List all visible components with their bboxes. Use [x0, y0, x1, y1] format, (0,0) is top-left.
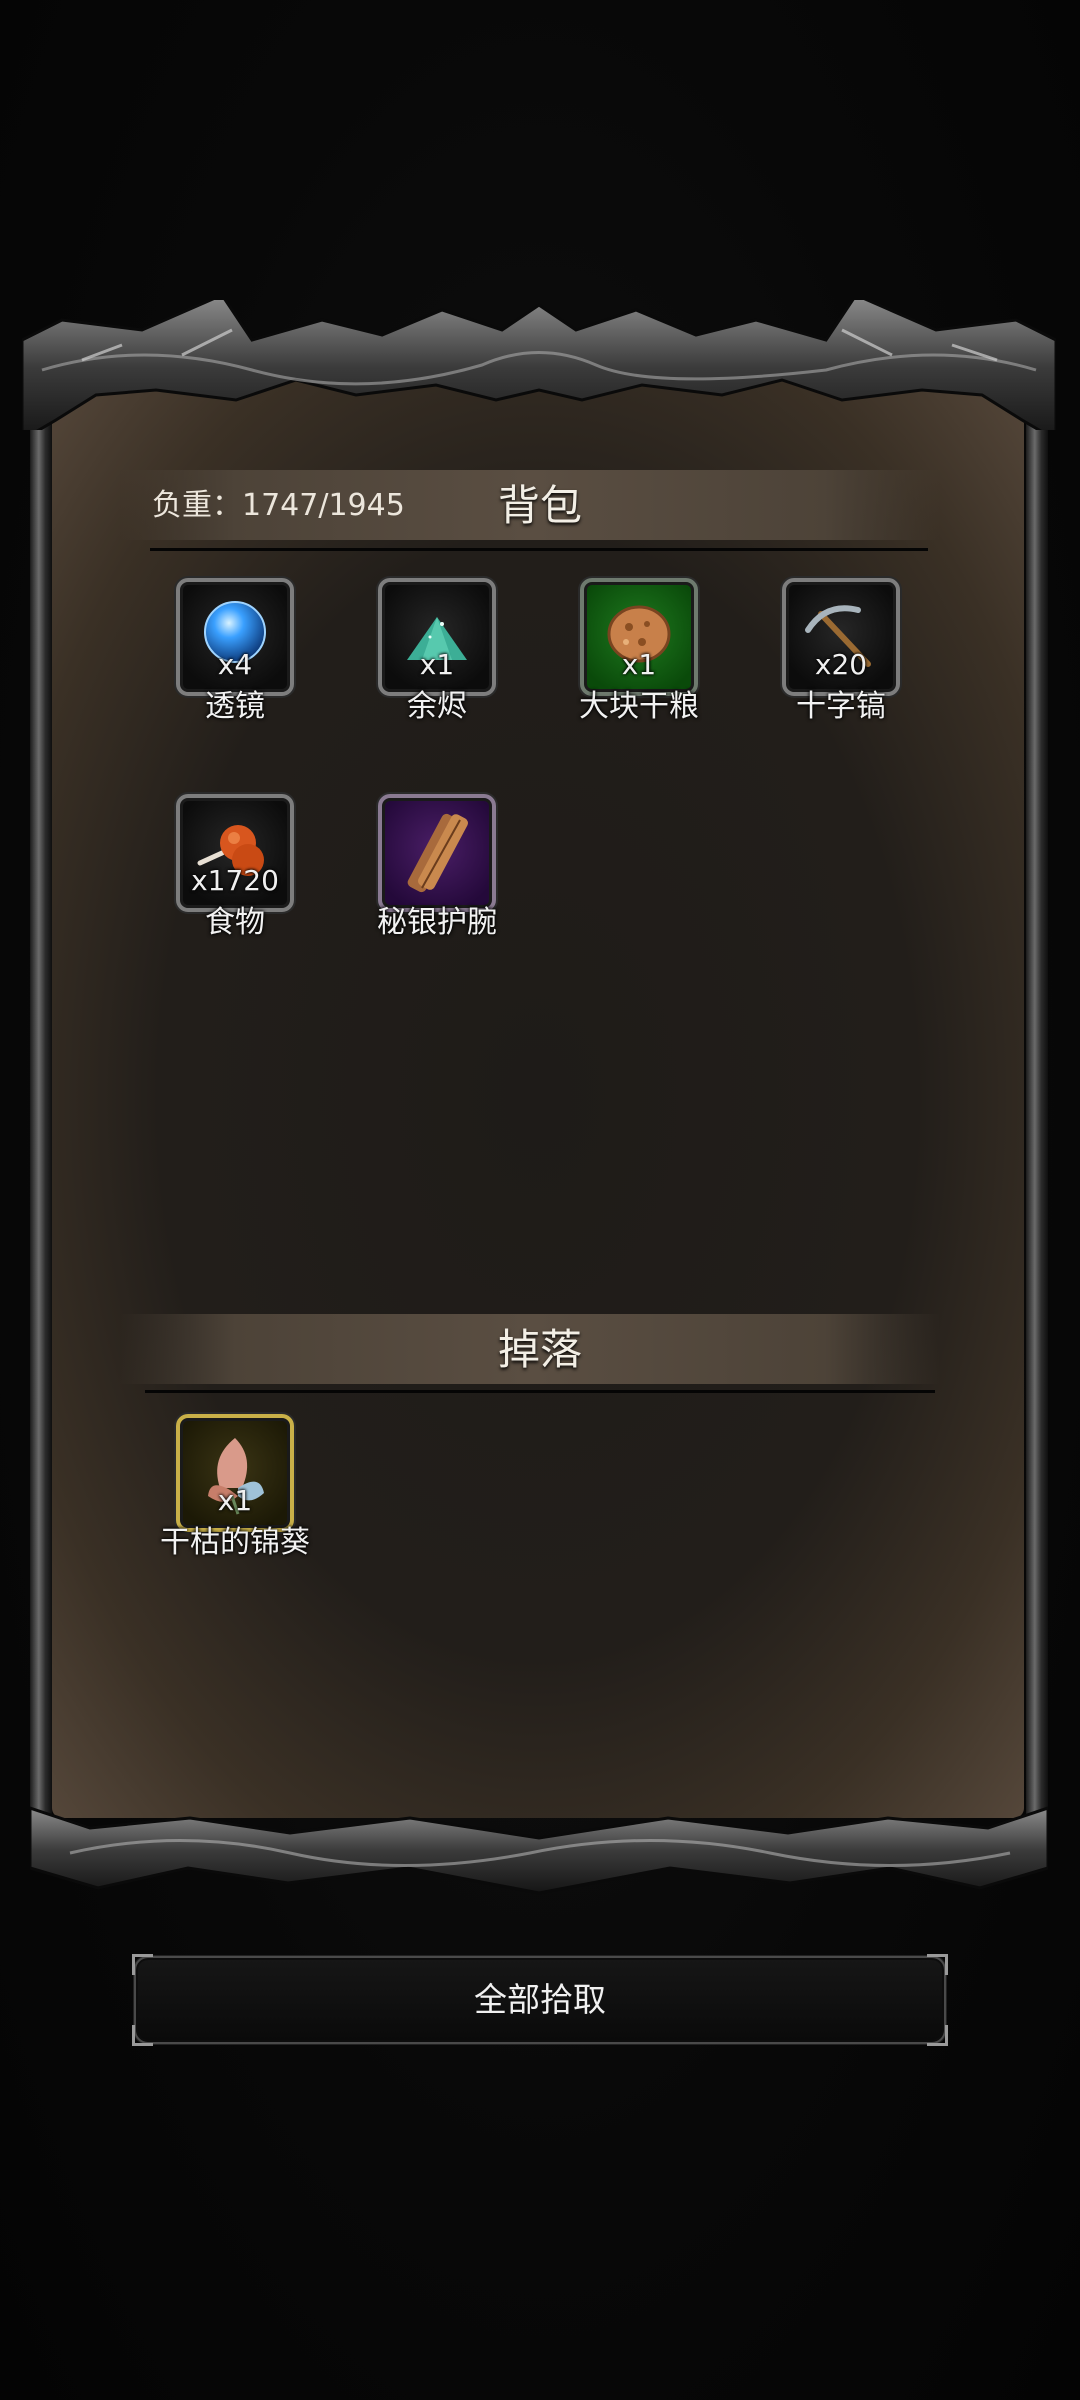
- item-quantity: x20: [814, 648, 868, 681]
- frame-top-ornament: [22, 300, 1056, 430]
- mithril-bracer-icon: [407, 813, 468, 893]
- inventory-panel: [22, 300, 1056, 1900]
- frame-right-border: [1026, 400, 1048, 1820]
- backpack-item[interactable]: x1 余烬: [372, 578, 502, 728]
- button-corner-ornament: [132, 2025, 153, 2046]
- button-corner-ornament: [927, 1954, 948, 1975]
- pick-all-button[interactable]: 全部拾取: [132, 1954, 948, 2046]
- item-quantity: x1: [621, 648, 657, 681]
- frame-left-border: [30, 400, 52, 1820]
- button-corner-ornament: [927, 2025, 948, 2046]
- item-name: 干枯的锦葵: [160, 1525, 310, 1560]
- drop-item[interactable]: x1 干枯的锦葵: [160, 1414, 310, 1564]
- item-name: 大块干粮: [579, 689, 699, 724]
- frame-bottom-ornament: [30, 1806, 1048, 1895]
- backpack-item[interactable]: x4 透镜: [170, 578, 300, 728]
- button-corner-ornament: [132, 1954, 153, 1975]
- item-frame: [378, 794, 496, 912]
- item-quantity: x1: [217, 1484, 253, 1517]
- item-name: 透镜: [205, 689, 265, 724]
- item-quantity: x1720: [191, 864, 279, 897]
- drops-title: 掉落: [497, 1325, 582, 1374]
- backpack-item[interactable]: x1 大块干粮: [574, 578, 704, 728]
- drops-divider: [145, 1390, 935, 1393]
- backpack-item[interactable]: x20 十字镐: [776, 578, 906, 728]
- backpack-divider: [150, 548, 928, 551]
- backpack-item[interactable]: x1720 食物: [170, 794, 300, 944]
- item-quantity: x4: [217, 648, 253, 681]
- item-name: 十字镐: [796, 689, 886, 724]
- item-name: 余烬: [407, 689, 467, 724]
- backpack-item[interactable]: 秘银护腕: [372, 794, 502, 944]
- pick-all-label: 全部拾取: [474, 1980, 606, 2019]
- item-name: 食物: [205, 905, 265, 940]
- item-quantity: x1: [419, 648, 455, 681]
- carry-weight-label: 负重：1747/1945: [152, 488, 405, 523]
- game-screen: 负重：1747/1945 背包 x4 透镜 x1 余烬 x1 大块干粮 x20 …: [0, 0, 1080, 2400]
- item-name: 秘银护腕: [377, 905, 497, 940]
- backpack-title: 背包: [497, 481, 582, 530]
